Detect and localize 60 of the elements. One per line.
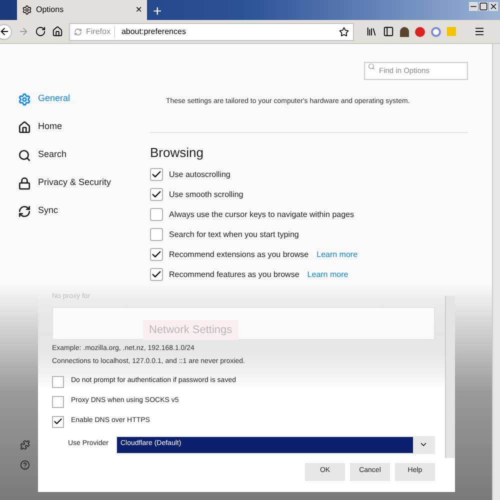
checkbox[interactable] [52,376,64,388]
checkbox[interactable] [150,188,163,201]
home-icon[interactable] [52,26,63,37]
stop-sign-icon[interactable] [415,26,425,36]
url-bar[interactable]: Firefox about:preferences [69,22,354,40]
chevron-icon [419,440,428,449]
check-icon [151,169,162,180]
browser-logo-icon [74,28,82,36]
gear-icon [18,92,31,106]
sidebar-item[interactable]: Sync [18,203,150,219]
sidebar-item[interactable]: General [18,91,150,107]
back-button[interactable] [0,24,12,40]
tab-close-button[interactable]: × [136,4,142,16]
tab-title: Options [36,4,65,16]
scrollbar[interactable] [492,44,500,500]
menu-icon[interactable] [474,26,485,37]
star-icon[interactable] [339,26,349,36]
check-icon [53,416,63,427]
extension-icon[interactable] [400,26,409,36]
checkbox[interactable] [52,396,64,408]
option-label: Use smooth scrolling [169,188,244,200]
sync-icon [18,204,31,218]
sidebar-item[interactable]: Home [18,119,150,135]
checkbox[interactable] [150,228,163,241]
option-label: Use autoscrolling [169,168,230,180]
check-icon [151,269,162,280]
sidebar-item[interactable]: Privacy & Security [18,175,150,191]
dialog-scrollbar[interactable] [445,296,455,458]
help-icon[interactable] [20,460,30,470]
minimize-icon[interactable] [469,2,478,11]
checkbox[interactable] [150,248,163,261]
lock-icon [18,176,31,190]
maximize-icon[interactable] [479,2,488,11]
check-icon [151,189,162,200]
gear-icon [22,5,32,15]
close-icon[interactable] [489,2,498,11]
search-icon [368,63,375,70]
sidebar-item[interactable]: Search [18,147,150,163]
reload-icon[interactable] [35,26,46,37]
checkbox[interactable] [150,208,163,221]
url-text: about:preferences [120,26,187,38]
learn-more-link[interactable]: Learn more [307,268,348,280]
background-heading: Network Settings [143,320,238,340]
new-tab-button[interactable]: + [153,4,162,19]
identity-label: Firefox [86,26,116,38]
checkbox[interactable] [52,416,64,428]
library-icon[interactable] [366,26,377,37]
home-icon [18,120,31,134]
option-label: Recommend extensions as you browse [169,248,309,260]
search-icon [18,148,31,162]
option-label: Recommend features as you browse [169,268,300,280]
option-label: Search for text when you start typing [169,228,299,240]
check-icon [151,249,162,260]
sidebar-icon[interactable] [383,26,394,37]
checkbox[interactable] [150,268,163,281]
tab[interactable]: Options × [17,0,147,20]
option-label: Always use the cursor keys to navigate within pages [169,208,354,220]
puzzle-icon[interactable] [20,440,30,450]
section-title: Browsing [150,144,204,162]
checkbox[interactable] [150,168,163,181]
